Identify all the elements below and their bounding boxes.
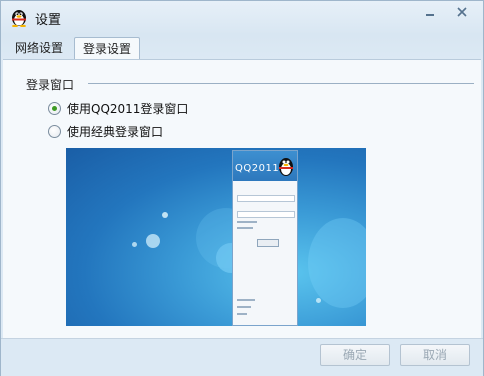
radio-label: 使用经典登录窗口 bbox=[67, 124, 164, 139]
bokeh-light bbox=[162, 212, 168, 218]
thumbnail-option-line bbox=[237, 299, 255, 301]
thumbnail-option-line bbox=[237, 221, 257, 223]
thumbnail-option-line bbox=[237, 313, 247, 315]
bokeh-light bbox=[308, 218, 366, 308]
minimize-button[interactable] bbox=[419, 4, 441, 20]
thumbnail-option-line bbox=[237, 306, 251, 308]
radio-label: 使用QQ2011登录窗口 bbox=[67, 101, 189, 116]
qq2011-login-window-thumbnail: QQ2011 bbox=[232, 150, 298, 326]
thumbnail-account-field bbox=[237, 195, 295, 202]
login-window-preview-image: QQ2011 bbox=[66, 148, 366, 326]
thumbnail-option-line bbox=[237, 227, 253, 229]
bokeh-light bbox=[132, 242, 137, 247]
thumbnail-header: QQ2011 bbox=[233, 151, 297, 181]
radio-classic-login[interactable]: 使用经典登录窗口 bbox=[48, 122, 163, 140]
radio-button-checked[interactable] bbox=[48, 101, 61, 115]
section-title-login-window: 登录窗口 bbox=[26, 78, 75, 92]
qq-penguin-icon bbox=[12, 10, 26, 27]
section-divider bbox=[88, 83, 474, 84]
ok-button[interactable]: 确定 bbox=[320, 344, 390, 366]
thumbnail-logo-text: QQ2011 bbox=[235, 163, 280, 174]
close-button[interactable] bbox=[451, 4, 473, 20]
tab-login-settings[interactable]: 登录设置 bbox=[74, 37, 141, 60]
radio-qq2011-login[interactable]: 使用QQ2011登录窗口 bbox=[48, 99, 188, 117]
window-title: 设置 bbox=[35, 13, 62, 28]
thumbnail-login-button bbox=[257, 239, 279, 247]
qq-penguin-icon bbox=[279, 158, 293, 176]
bokeh-light bbox=[316, 298, 321, 303]
tab-network-settings[interactable]: 网络设置 bbox=[7, 37, 71, 59]
close-icon bbox=[457, 7, 467, 17]
cancel-button[interactable]: 取消 bbox=[400, 344, 470, 366]
title-bar: 设置 bbox=[1, 1, 483, 33]
thumbnail-password-field bbox=[237, 211, 295, 218]
radio-button[interactable] bbox=[48, 124, 61, 138]
bokeh-light bbox=[146, 234, 160, 248]
